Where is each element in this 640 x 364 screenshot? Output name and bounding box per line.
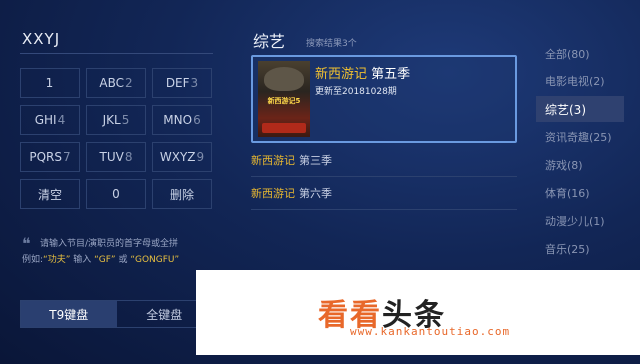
key-label: 0 xyxy=(112,187,120,201)
key-2[interactable]: ABC 2 xyxy=(86,68,146,98)
key-4[interactable]: GHI 4 xyxy=(20,105,80,135)
search-hint-line1: 请输入节目/演职员的首字母或全拼 xyxy=(40,239,179,249)
hint-example-abbr: “GF” xyxy=(94,255,116,265)
keyboard-mode-tabs: T9键盘 全键盘 xyxy=(20,300,213,328)
key-label: 清空 xyxy=(37,187,62,202)
divider xyxy=(251,176,517,177)
hint-example-full: “GONGFU” xyxy=(130,255,180,265)
featured-title: 新西游记 第五季 xyxy=(315,63,410,82)
tab-t9-keyboard[interactable]: T9键盘 xyxy=(21,301,117,327)
filter-news[interactable]: 资讯奇趣(25) xyxy=(536,124,624,150)
key-0[interactable]: 0 xyxy=(86,179,146,209)
filter-music[interactable]: 音乐(25) xyxy=(536,236,624,262)
result-rest: 第六季 xyxy=(299,187,332,200)
key-7[interactable]: PQRS 7 xyxy=(20,142,80,172)
key-digit: 4 xyxy=(57,113,66,127)
key-digit: 3 xyxy=(190,76,199,90)
poster-title: 新西游记5 xyxy=(267,97,301,105)
key-digit: 9 xyxy=(196,150,205,164)
divider xyxy=(251,209,517,210)
key-label: TUV xyxy=(99,150,124,164)
results-count: 搜索结果3个 xyxy=(306,39,357,49)
key-digit: 8 xyxy=(124,150,133,164)
key-digit: 6 xyxy=(193,113,201,127)
featured-update-info: 更新至20181028期 xyxy=(315,87,397,97)
poster-figure xyxy=(264,67,304,91)
search-hint-line2: 例如:“功夫” 输入 “GF” 或 “GONGFU” xyxy=(22,252,179,265)
key-label: JKL xyxy=(102,113,121,127)
title-highlight: 新西游记 xyxy=(315,67,368,82)
key-label: MNO xyxy=(163,113,193,127)
title-rest: 第五季 xyxy=(367,67,411,82)
key-3[interactable]: DEF 3 xyxy=(152,68,212,98)
hint-or-label: 或 xyxy=(115,255,131,265)
filter-games[interactable]: 游戏(8) xyxy=(536,152,624,178)
key-label: WXYZ xyxy=(159,150,196,164)
filter-sports[interactable]: 体育(16) xyxy=(536,180,624,206)
result-highlight: 新西游记 xyxy=(251,154,295,167)
key-digit: 2 xyxy=(124,76,133,90)
key-label: GHI xyxy=(34,113,57,127)
key-1[interactable]: 1 xyxy=(20,68,80,98)
query-underline xyxy=(20,53,213,54)
clear-key[interactable]: 清空 xyxy=(20,179,80,209)
poster-banner xyxy=(262,123,306,133)
result-highlight: 新西游记 xyxy=(251,187,295,200)
result-item[interactable]: 新西游记 第六季 xyxy=(251,179,517,207)
filter-kids[interactable]: 动漫少儿(1) xyxy=(536,208,624,234)
key-6[interactable]: MNO 6 xyxy=(152,105,212,135)
result-rest: 第三季 xyxy=(299,154,332,167)
key-label: DEF xyxy=(165,76,190,90)
watermark-url: www.kankantoutiao.com xyxy=(350,325,511,338)
results-category-title: 综艺 xyxy=(253,32,286,51)
key-label: 删除 xyxy=(169,187,194,202)
key-label: 1 xyxy=(45,76,54,90)
quote-icon: ❝ xyxy=(22,234,31,253)
featured-result-card[interactable]: 新西游记5 新西游记 第五季 更新至20181028期 xyxy=(251,55,517,143)
key-label: PQRS xyxy=(29,150,62,164)
filter-all[interactable]: 全部(80) xyxy=(536,41,624,67)
key-digit: 7 xyxy=(63,150,71,164)
filter-movies-tv[interactable]: 电影电视(2) xyxy=(536,68,624,94)
key-8[interactable]: TUV 8 xyxy=(86,142,146,172)
delete-key[interactable]: 删除 xyxy=(152,179,212,209)
key-5[interactable]: JKL 5 xyxy=(86,105,146,135)
key-label: ABC xyxy=(99,76,124,90)
filter-variety[interactable]: 综艺(3) xyxy=(536,96,624,122)
hint-prefix: 例如: xyxy=(22,255,44,265)
result-item[interactable]: 新西游记 第三季 xyxy=(251,146,517,174)
key-9[interactable]: WXYZ 9 xyxy=(152,142,212,172)
search-query-text: XXYJ xyxy=(22,30,61,48)
hint-input-label: 输入 xyxy=(70,255,95,265)
hint-example-name: “功夫” xyxy=(43,255,71,265)
poster-image: 新西游记5 xyxy=(258,61,310,137)
key-digit: 5 xyxy=(121,113,130,127)
